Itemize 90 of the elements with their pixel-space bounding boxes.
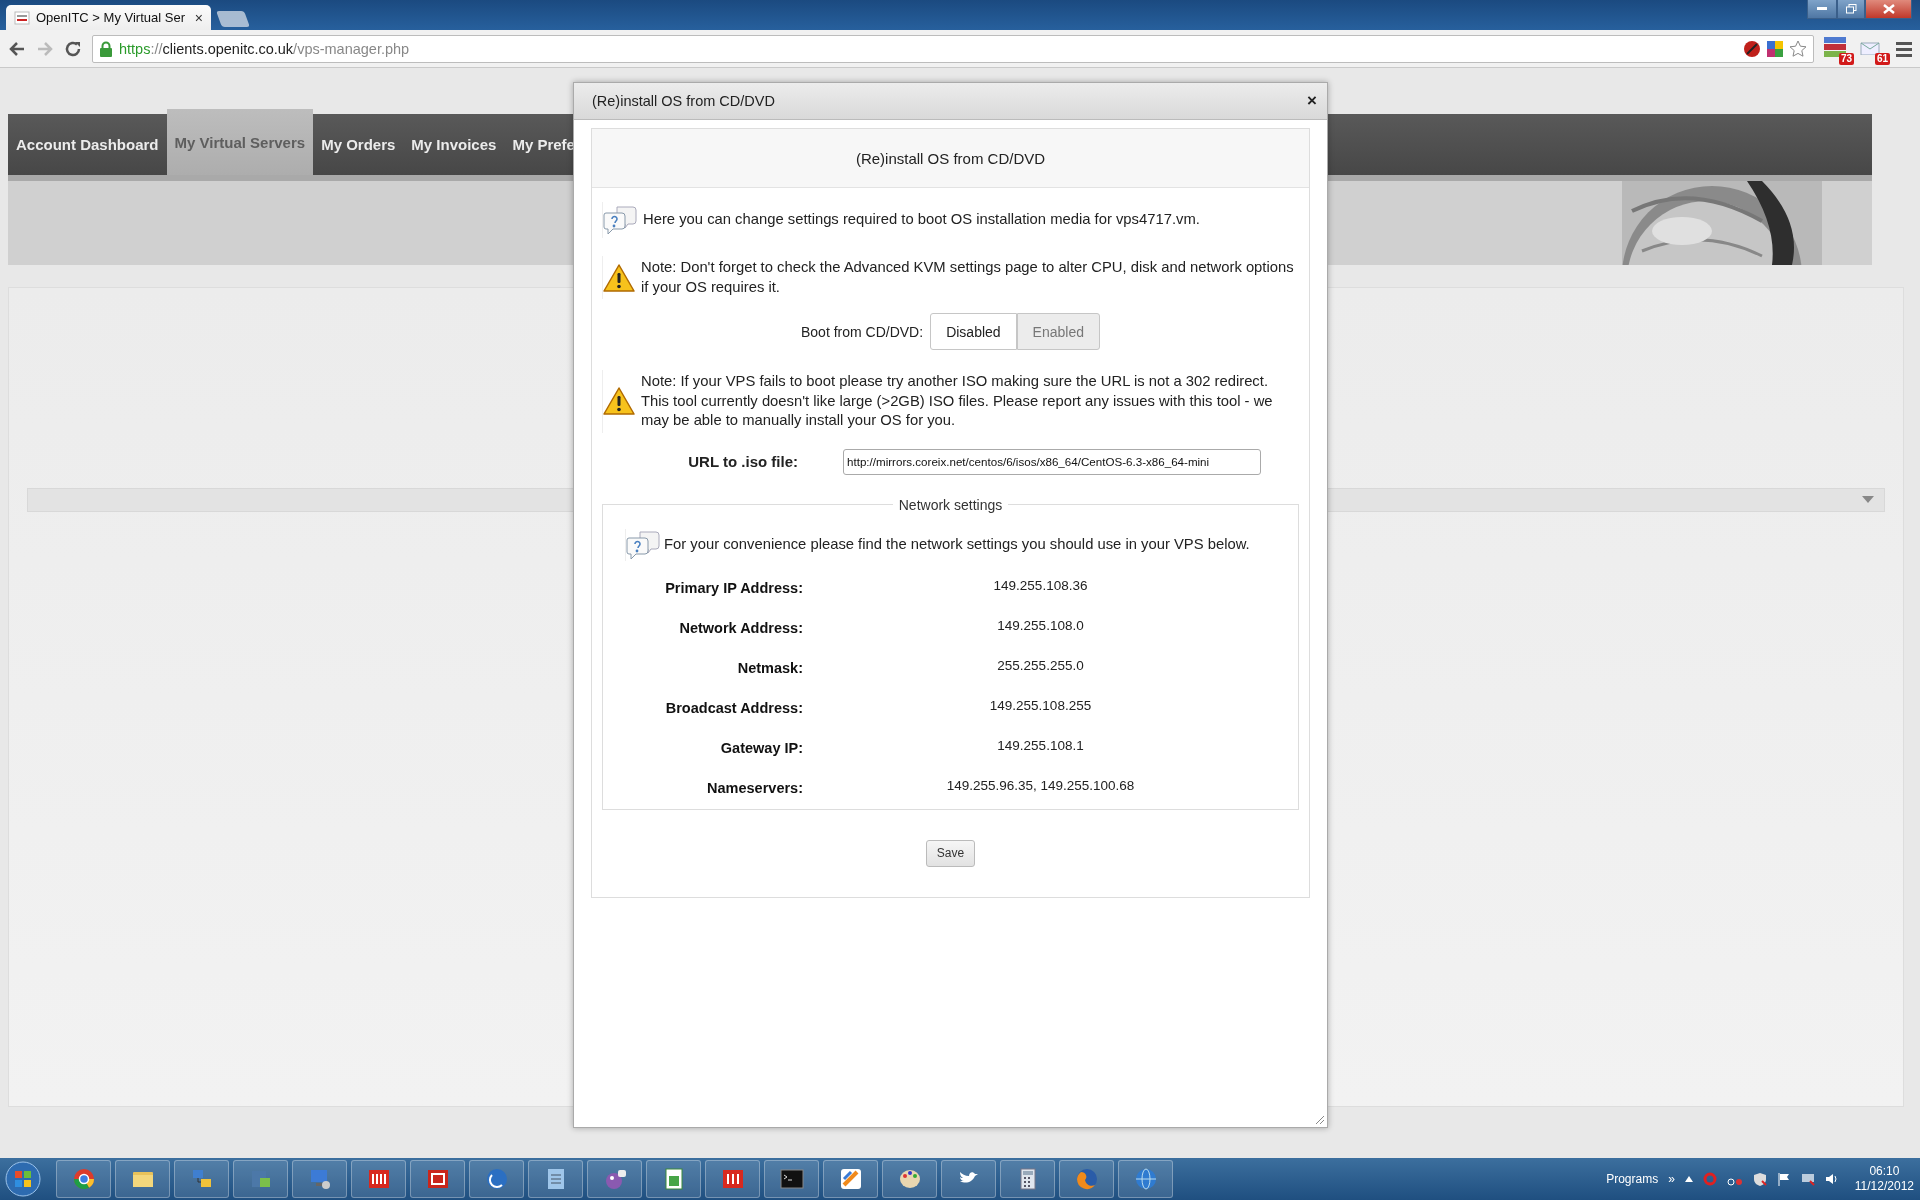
toggle-label: Boot from CD/DVD:	[801, 323, 924, 340]
taskbar-button[interactable]	[705, 1160, 760, 1198]
flag-icon	[1776, 1172, 1791, 1186]
setting-label: Gateway IP:	[719, 738, 803, 758]
setting-value: 149.255.108.255	[988, 696, 1093, 715]
menu-icon[interactable]	[1896, 40, 1912, 57]
nav-item[interactable]: My Orders	[313, 114, 404, 175]
setting-label: Primary IP Address:	[664, 578, 803, 598]
taskbar-button[interactable]	[882, 1160, 937, 1198]
taskbar-button[interactable]	[469, 1160, 524, 1198]
clock-time: 06:10	[1869, 1164, 1900, 1179]
setting-value: 149.255.108.1	[996, 736, 1085, 755]
setting-label: Network Address:	[678, 618, 803, 638]
new-tab-button[interactable]	[216, 11, 250, 27]
close-button[interactable]: ×	[1307, 91, 1317, 111]
taskbar-button[interactable]	[1000, 1160, 1055, 1198]
reload-icon[interactable]	[64, 39, 82, 58]
setting-value: 149.255.108.36	[992, 576, 1089, 595]
app-icon	[720, 1167, 745, 1191]
speaker-icon	[1824, 1172, 1839, 1186]
save-button[interactable]: Save	[925, 839, 976, 867]
site-logo-icon	[14, 9, 30, 26]
up-arrow-icon[interactable]	[1684, 1176, 1693, 1182]
start-button[interactable]	[4, 1160, 42, 1198]
app-icon	[366, 1167, 391, 1191]
browser-tab[interactable]: OpenITC > My Virtual Ser ×	[6, 5, 211, 30]
close-icon	[1882, 4, 1895, 14]
nav-item[interactable]: Account Dashboard	[8, 114, 167, 175]
taskbar-button[interactable]	[410, 1160, 465, 1198]
taskbar-button[interactable]	[764, 1160, 819, 1198]
tab-title: OpenITC > My Virtual Ser	[36, 10, 186, 25]
info-text: Here you can change settings required to boot OS installation media for vps4717.vm.	[643, 210, 1201, 230]
taskbar-button[interactable]	[56, 1160, 111, 1198]
clock-date: 11/12/2012	[1854, 1179, 1914, 1194]
toggle-option[interactable]: Disabled	[930, 313, 1017, 350]
taskbar-button[interactable]	[292, 1160, 347, 1198]
ring-icon	[1702, 1172, 1717, 1186]
minimize-icon	[1817, 7, 1827, 11]
shield-icon	[1752, 1172, 1767, 1186]
star-icon[interactable]	[1789, 39, 1807, 58]
toggle-option[interactable]: Enabled	[1016, 313, 1100, 350]
restore-button[interactable]	[1837, 0, 1865, 19]
field-label: URL to .iso file:	[687, 453, 798, 470]
speech-bubbles-icon	[603, 204, 637, 236]
info-text: For your convenience please find the network settings you should use in your VPS below.	[664, 534, 1251, 554]
network-icon	[1800, 1172, 1815, 1186]
toolbar-label[interactable]: Programs	[1606, 1172, 1659, 1186]
dialog-title: (Re)install OS from CD/DVD	[592, 93, 775, 109]
dropdown-arrow-icon[interactable]	[1862, 496, 1874, 504]
blocked-icon	[1743, 39, 1761, 58]
resize-grip-icon[interactable]	[1315, 1115, 1325, 1125]
warning-icon	[603, 386, 635, 417]
taskbar-button[interactable]	[174, 1160, 229, 1198]
browser-icon	[71, 1167, 96, 1191]
taskbar-button[interactable]	[587, 1160, 642, 1198]
count-badge: 61	[1874, 52, 1890, 65]
taskbar-button[interactable]	[646, 1160, 701, 1198]
address-field[interactable]: https://clients.openitc.co.uk/vps-manager.php	[92, 34, 1814, 63]
panel-heading: (Re)install OS from CD/DVD	[592, 129, 1309, 188]
app-icon	[425, 1167, 450, 1191]
pen-icon	[838, 1167, 863, 1191]
taskbar-button[interactable]	[528, 1160, 583, 1198]
circle-icon	[484, 1167, 509, 1191]
taskbar-button[interactable]	[823, 1160, 878, 1198]
warning-text: Note: If your VPS fails to boot please try another ISO making sure the URL is not a 302 redirect. This tool currently doesn't like large (>2GB) ISO files. Please report any issues with this tool - we may be able to manually install your OS for you.	[641, 372, 1274, 430]
close-button[interactable]	[1865, 0, 1912, 19]
restore-icon	[1845, 4, 1857, 14]
setting-label: Netmask:	[736, 658, 803, 678]
chevron[interactable]: »	[1668, 1172, 1675, 1186]
setting-value: 255.255.255.0	[996, 656, 1085, 675]
speech-bubbles-icon	[626, 528, 660, 561]
tab-close-button[interactable]: ×	[194, 9, 203, 26]
taskbar-button[interactable]	[941, 1160, 996, 1198]
nav-item[interactable]: My Invoices	[403, 114, 505, 175]
terminal-icon	[779, 1167, 804, 1191]
warning-text: Note: Don't forget to check the Advanced KVM settings page to alter CPU, disk and network options if your OS requires it.	[641, 258, 1295, 297]
warning-icon	[603, 262, 635, 293]
setting-label: Broadcast Address:	[664, 698, 803, 718]
palette-icon	[897, 1167, 922, 1191]
taskbar-button[interactable]	[115, 1160, 170, 1198]
setting-value: 149.255.108.0	[996, 616, 1085, 635]
setting-label: Nameservers:	[706, 778, 803, 798]
minimize-button[interactable]	[1807, 0, 1837, 19]
globe-icon	[1133, 1167, 1158, 1191]
setting-value: 149.255.96.35, 149.255.100.68	[945, 776, 1136, 795]
back-icon[interactable]	[8, 39, 26, 58]
color-squares-icon	[1767, 40, 1783, 57]
url-input[interactable]: http://mirrors.coreix.net/centos/6/isos/x86_64/CentOS-6.3-x86_64-mini	[843, 448, 1261, 475]
taskbar-button[interactable]	[351, 1160, 406, 1198]
fieldset-legend: Network settings	[892, 496, 1009, 513]
